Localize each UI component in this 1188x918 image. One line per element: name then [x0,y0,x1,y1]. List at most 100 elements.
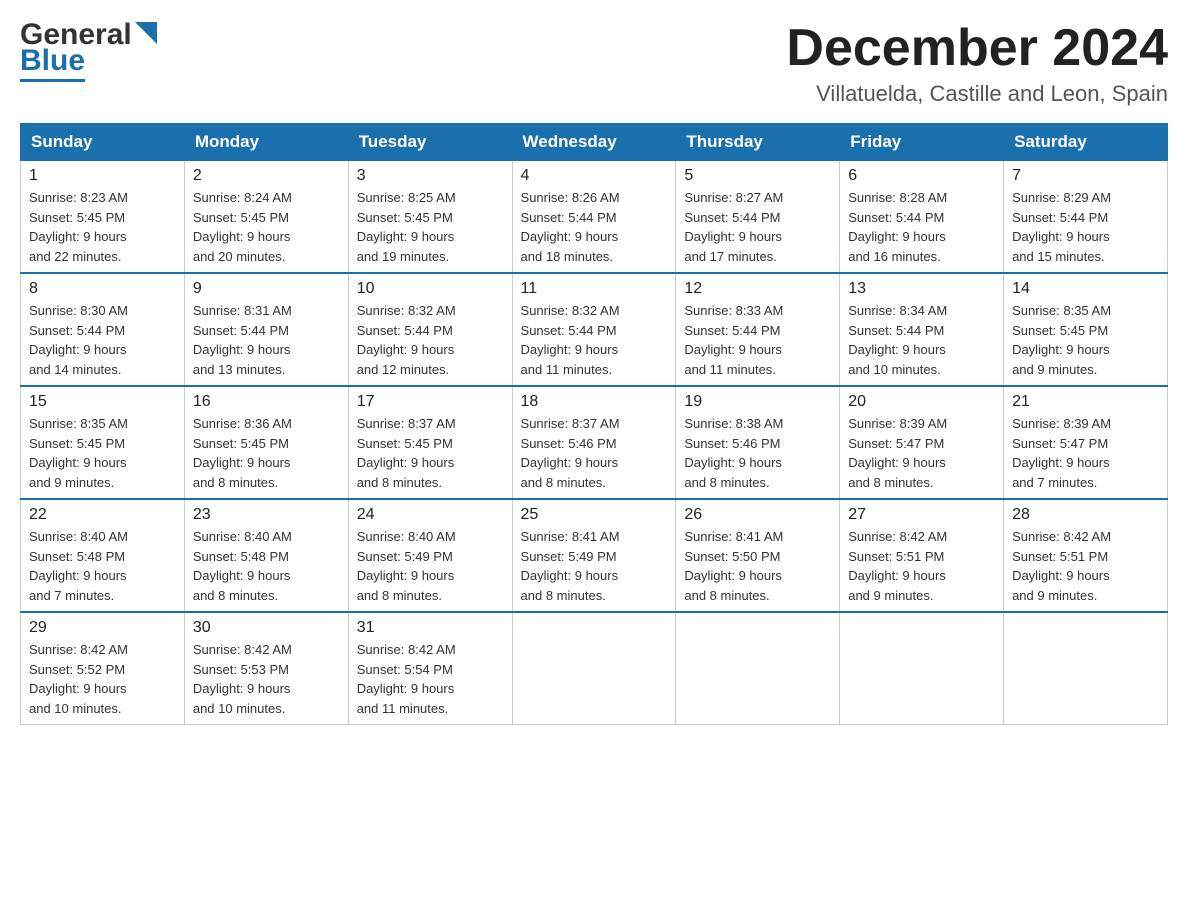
logo-arrow-icon [135,22,157,44]
calendar-cell: 2 Sunrise: 8:24 AM Sunset: 5:45 PM Dayli… [184,161,348,274]
column-header-tuesday: Tuesday [348,124,512,161]
day-number: 18 [521,393,668,411]
day-number: 4 [521,167,668,185]
day-number: 26 [684,506,831,524]
calendar-cell: 6 Sunrise: 8:28 AM Sunset: 5:44 PM Dayli… [840,161,1004,274]
month-title: December 2024 [786,20,1168,77]
calendar-cell: 27 Sunrise: 8:42 AM Sunset: 5:51 PM Dayl… [840,499,1004,612]
calendar-cell: 9 Sunrise: 8:31 AM Sunset: 5:44 PM Dayli… [184,273,348,386]
day-info: Sunrise: 8:27 AM Sunset: 5:44 PM Dayligh… [684,188,831,266]
calendar-cell: 24 Sunrise: 8:40 AM Sunset: 5:49 PM Dayl… [348,499,512,612]
day-number: 8 [29,280,176,298]
day-number: 7 [1012,167,1159,185]
calendar-cell: 8 Sunrise: 8:30 AM Sunset: 5:44 PM Dayli… [21,273,185,386]
day-number: 13 [848,280,995,298]
day-info: Sunrise: 8:39 AM Sunset: 5:47 PM Dayligh… [848,414,995,492]
calendar-cell: 16 Sunrise: 8:36 AM Sunset: 5:45 PM Dayl… [184,386,348,499]
calendar-cell [512,612,676,725]
column-header-saturday: Saturday [1004,124,1168,161]
day-number: 5 [684,167,831,185]
calendar-cell: 30 Sunrise: 8:42 AM Sunset: 5:53 PM Dayl… [184,612,348,725]
day-number: 15 [29,393,176,411]
day-info: Sunrise: 8:38 AM Sunset: 5:46 PM Dayligh… [684,414,831,492]
calendar-cell: 26 Sunrise: 8:41 AM Sunset: 5:50 PM Dayl… [676,499,840,612]
calendar-cell: 12 Sunrise: 8:33 AM Sunset: 5:44 PM Dayl… [676,273,840,386]
day-info: Sunrise: 8:40 AM Sunset: 5:48 PM Dayligh… [29,527,176,605]
calendar-cell: 7 Sunrise: 8:29 AM Sunset: 5:44 PM Dayli… [1004,161,1168,274]
day-info: Sunrise: 8:31 AM Sunset: 5:44 PM Dayligh… [193,301,340,379]
calendar-cell: 21 Sunrise: 8:39 AM Sunset: 5:47 PM Dayl… [1004,386,1168,499]
day-number: 10 [357,280,504,298]
day-number: 9 [193,280,340,298]
day-number: 24 [357,506,504,524]
day-info: Sunrise: 8:25 AM Sunset: 5:45 PM Dayligh… [357,188,504,266]
calendar-week-row: 1 Sunrise: 8:23 AM Sunset: 5:45 PM Dayli… [21,161,1168,274]
day-number: 14 [1012,280,1159,298]
calendar-cell: 4 Sunrise: 8:26 AM Sunset: 5:44 PM Dayli… [512,161,676,274]
calendar-week-row: 29 Sunrise: 8:42 AM Sunset: 5:52 PM Dayl… [21,612,1168,725]
page-header: General Blue December 2024 Villatuelda, … [20,20,1168,107]
day-number: 6 [848,167,995,185]
calendar-cell: 31 Sunrise: 8:42 AM Sunset: 5:54 PM Dayl… [348,612,512,725]
column-header-friday: Friday [840,124,1004,161]
day-number: 27 [848,506,995,524]
day-info: Sunrise: 8:35 AM Sunset: 5:45 PM Dayligh… [29,414,176,492]
day-number: 25 [521,506,668,524]
day-info: Sunrise: 8:23 AM Sunset: 5:45 PM Dayligh… [29,188,176,266]
day-info: Sunrise: 8:35 AM Sunset: 5:45 PM Dayligh… [1012,301,1159,379]
logo-bottom-row: Blue [20,44,85,82]
day-info: Sunrise: 8:41 AM Sunset: 5:50 PM Dayligh… [684,527,831,605]
calendar-cell: 29 Sunrise: 8:42 AM Sunset: 5:52 PM Dayl… [21,612,185,725]
day-number: 21 [1012,393,1159,411]
column-header-wednesday: Wednesday [512,124,676,161]
calendar-table: SundayMondayTuesdayWednesdayThursdayFrid… [20,123,1168,725]
calendar-cell: 17 Sunrise: 8:37 AM Sunset: 5:45 PM Dayl… [348,386,512,499]
calendar-week-row: 8 Sunrise: 8:30 AM Sunset: 5:44 PM Dayli… [21,273,1168,386]
day-number: 16 [193,393,340,411]
calendar-cell [1004,612,1168,725]
day-info: Sunrise: 8:37 AM Sunset: 5:45 PM Dayligh… [357,414,504,492]
calendar-cell: 5 Sunrise: 8:27 AM Sunset: 5:44 PM Dayli… [676,161,840,274]
calendar-header-row: SundayMondayTuesdayWednesdayThursdayFrid… [21,124,1168,161]
calendar-cell: 25 Sunrise: 8:41 AM Sunset: 5:49 PM Dayl… [512,499,676,612]
logo: General Blue [20,20,157,82]
calendar-cell: 22 Sunrise: 8:40 AM Sunset: 5:48 PM Dayl… [21,499,185,612]
day-info: Sunrise: 8:42 AM Sunset: 5:52 PM Dayligh… [29,640,176,718]
calendar-cell [676,612,840,725]
day-number: 1 [29,167,176,185]
calendar-cell [840,612,1004,725]
calendar-cell: 19 Sunrise: 8:38 AM Sunset: 5:46 PM Dayl… [676,386,840,499]
day-info: Sunrise: 8:33 AM Sunset: 5:44 PM Dayligh… [684,301,831,379]
calendar-week-row: 15 Sunrise: 8:35 AM Sunset: 5:45 PM Dayl… [21,386,1168,499]
column-header-monday: Monday [184,124,348,161]
day-info: Sunrise: 8:30 AM Sunset: 5:44 PM Dayligh… [29,301,176,379]
day-info: Sunrise: 8:39 AM Sunset: 5:47 PM Dayligh… [1012,414,1159,492]
day-info: Sunrise: 8:36 AM Sunset: 5:45 PM Dayligh… [193,414,340,492]
calendar-cell: 23 Sunrise: 8:40 AM Sunset: 5:48 PM Dayl… [184,499,348,612]
day-number: 11 [521,280,668,298]
day-info: Sunrise: 8:42 AM Sunset: 5:54 PM Dayligh… [357,640,504,718]
column-header-thursday: Thursday [676,124,840,161]
day-number: 3 [357,167,504,185]
day-number: 28 [1012,506,1159,524]
day-info: Sunrise: 8:37 AM Sunset: 5:46 PM Dayligh… [521,414,668,492]
column-header-sunday: Sunday [21,124,185,161]
calendar-cell: 3 Sunrise: 8:25 AM Sunset: 5:45 PM Dayli… [348,161,512,274]
title-section: December 2024 Villatuelda, Castille and … [786,20,1168,107]
calendar-week-row: 22 Sunrise: 8:40 AM Sunset: 5:48 PM Dayl… [21,499,1168,612]
day-info: Sunrise: 8:24 AM Sunset: 5:45 PM Dayligh… [193,188,340,266]
day-number: 20 [848,393,995,411]
day-info: Sunrise: 8:40 AM Sunset: 5:48 PM Dayligh… [193,527,340,605]
day-info: Sunrise: 8:32 AM Sunset: 5:44 PM Dayligh… [521,301,668,379]
calendar-cell: 14 Sunrise: 8:35 AM Sunset: 5:45 PM Dayl… [1004,273,1168,386]
day-number: 22 [29,506,176,524]
day-info: Sunrise: 8:26 AM Sunset: 5:44 PM Dayligh… [521,188,668,266]
day-info: Sunrise: 8:29 AM Sunset: 5:44 PM Dayligh… [1012,188,1159,266]
day-info: Sunrise: 8:41 AM Sunset: 5:49 PM Dayligh… [521,527,668,605]
calendar-cell: 28 Sunrise: 8:42 AM Sunset: 5:51 PM Dayl… [1004,499,1168,612]
day-number: 29 [29,619,176,637]
day-number: 17 [357,393,504,411]
calendar-cell: 20 Sunrise: 8:39 AM Sunset: 5:47 PM Dayl… [840,386,1004,499]
day-info: Sunrise: 8:40 AM Sunset: 5:49 PM Dayligh… [357,527,504,605]
logo-blue-text: Blue [20,44,85,77]
